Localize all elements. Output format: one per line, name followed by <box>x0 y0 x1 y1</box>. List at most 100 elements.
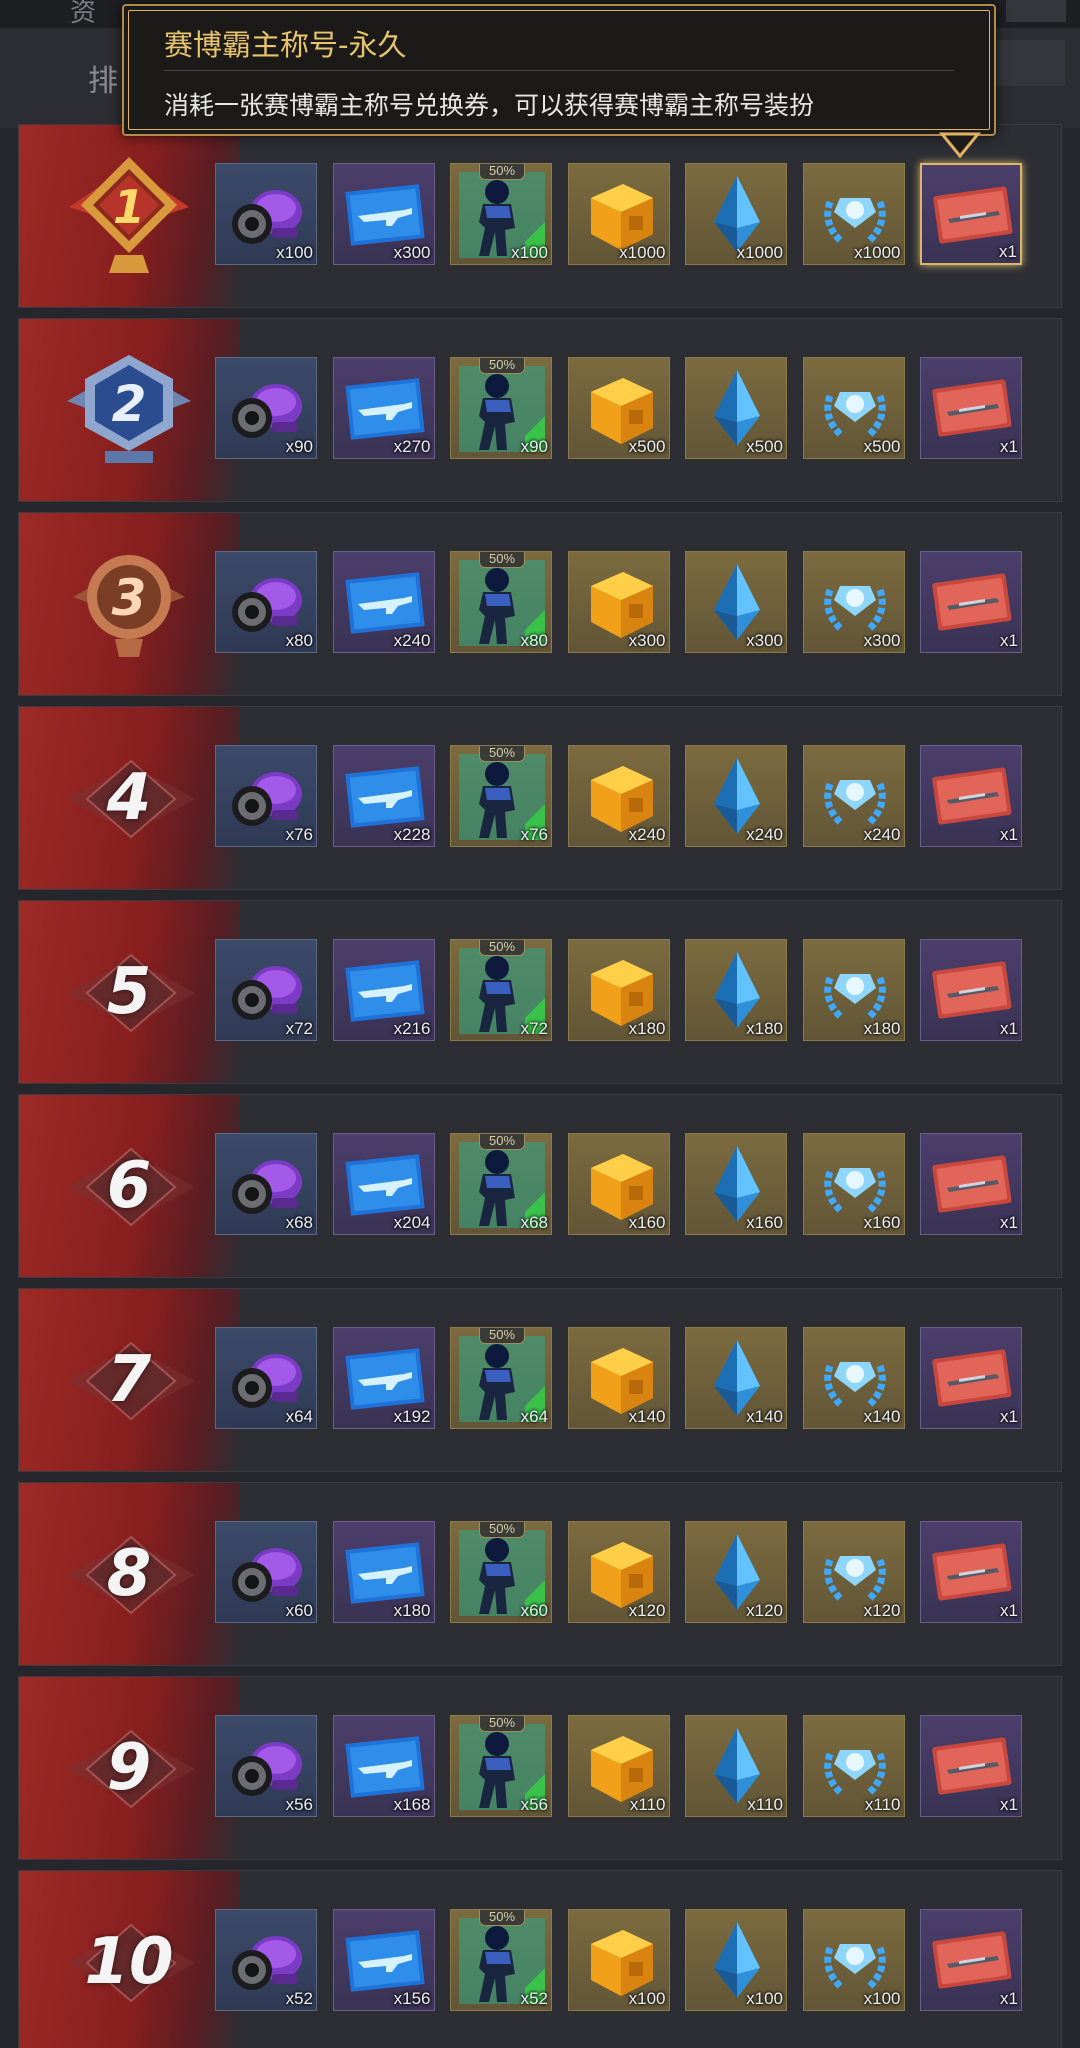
item-quantity: x120 <box>746 1601 783 1620</box>
reward-item-blue-weapon-blueprint[interactable]: x180 <box>332 1521 435 1623</box>
reward-item-laurel-emblem[interactable]: x300 <box>802 551 905 653</box>
reward-item-blue-crystal[interactable]: x240 <box>685 745 787 847</box>
reward-item-blue-weapon-blueprint[interactable]: x228 <box>332 745 435 847</box>
item-quantity: x100 <box>511 243 548 262</box>
item-quantity: x140 <box>863 1407 901 1426</box>
reward-item-purple-goggles[interactable]: x64 <box>215 1327 317 1429</box>
reward-item-orange-crate[interactable]: x120 <box>567 1521 670 1623</box>
reward-item-blue-crystal[interactable]: x100 <box>685 1909 787 2011</box>
reward-item-blue-weapon-blueprint[interactable]: x192 <box>332 1327 435 1429</box>
reward-item-title-ticket[interactable]: x1 <box>920 163 1022 265</box>
reward-items: x76 x228 50% x76 x240 x240 x240 x1 <box>215 745 1038 849</box>
reward-item-orange-crate[interactable]: x300 <box>567 551 670 653</box>
reward-item-purple-goggles[interactable]: x72 <box>215 939 317 1041</box>
bonus-badge: 50% <box>479 358 525 374</box>
item-quantity: x64 <box>285 1407 313 1426</box>
reward-item-blue-crystal[interactable]: x180 <box>685 939 787 1041</box>
reward-item-orange-crate[interactable]: x100 <box>567 1909 670 2011</box>
reward-item-orange-crate[interactable]: x180 <box>567 939 670 1041</box>
reward-item-blue-weapon-blueprint[interactable]: x156 <box>332 1909 435 2011</box>
bonus-badge: 50% <box>479 164 525 180</box>
reward-item-purple-goggles[interactable]: x68 <box>215 1133 317 1235</box>
reward-item-orange-crate[interactable]: x140 <box>567 1327 670 1429</box>
reward-item-orange-crate[interactable]: x500 <box>567 357 670 459</box>
reward-item-blue-crystal[interactable]: x500 <box>685 357 787 459</box>
reward-item-blue-crystal[interactable]: x300 <box>685 551 787 653</box>
item-quantity: x180 <box>393 1601 431 1620</box>
item-quantity: x500 <box>746 437 783 456</box>
rank-gold-medal-icon: 1 <box>59 147 199 287</box>
reward-item-armored-soldier[interactable]: 50% x60 <box>450 1521 552 1623</box>
reward-item-title-ticket[interactable]: x1 <box>920 1909 1022 2011</box>
reward-item-blue-weapon-blueprint[interactable]: x240 <box>332 551 435 653</box>
reward-items: x80 x240 50% x80 x300 x300 x300 x1 <box>215 551 1038 655</box>
reward-item-purple-goggles[interactable]: x90 <box>215 357 317 459</box>
reward-item-blue-crystal[interactable]: x160 <box>685 1133 787 1235</box>
reward-item-purple-goggles[interactable]: x80 <box>215 551 317 653</box>
reward-item-armored-soldier[interactable]: 50% x68 <box>450 1133 552 1235</box>
reward-item-title-ticket[interactable]: x1 <box>920 1133 1022 1235</box>
reward-item-armored-soldier[interactable]: 50% x64 <box>450 1327 552 1429</box>
reward-item-blue-crystal[interactable]: x120 <box>685 1521 787 1623</box>
rank-row-10: 10 x52 x156 50% x52 x100 x100 x100 x1 <box>18 1870 1062 2048</box>
reward-item-laurel-emblem[interactable]: x120 <box>802 1521 905 1623</box>
reward-item-title-ticket[interactable]: x1 <box>920 551 1022 653</box>
reward-item-title-ticket[interactable]: x1 <box>920 1521 1022 1623</box>
reward-item-blue-weapon-blueprint[interactable]: x300 <box>332 163 435 265</box>
rank-number: 9 <box>106 1731 152 1805</box>
reward-item-armored-soldier[interactable]: 50% x72 <box>450 939 552 1041</box>
reward-item-laurel-emblem[interactable]: x500 <box>802 357 905 459</box>
reward-item-blue-weapon-blueprint[interactable]: x204 <box>332 1133 435 1235</box>
item-quantity: x60 <box>520 1601 548 1620</box>
reward-item-blue-weapon-blueprint[interactable]: x270 <box>332 357 435 459</box>
reward-rows: 1 x100 x300 50% x100 x1000 x1000 x1000 x1 2 x90 x27… <box>0 0 1080 2048</box>
item-quantity: x1 <box>1000 1795 1018 1814</box>
reward-item-blue-crystal[interactable]: x140 <box>685 1327 787 1429</box>
reward-item-title-ticket[interactable]: x1 <box>920 939 1022 1041</box>
item-quantity: x72 <box>285 1019 313 1038</box>
reward-item-blue-weapon-blueprint[interactable]: x216 <box>332 939 435 1041</box>
item-quantity: x160 <box>863 1213 901 1232</box>
reward-item-laurel-emblem[interactable]: x140 <box>802 1327 905 1429</box>
reward-item-purple-goggles[interactable]: x60 <box>215 1521 317 1623</box>
reward-item-blue-crystal[interactable]: x1000 <box>685 163 787 265</box>
reward-item-purple-goggles[interactable]: x56 <box>215 1715 317 1817</box>
item-quantity: x52 <box>520 1989 548 2008</box>
reward-item-laurel-emblem[interactable]: x110 <box>802 1715 905 1817</box>
item-quantity: x1000 <box>619 243 666 262</box>
reward-item-orange-crate[interactable]: x240 <box>567 745 670 847</box>
reward-item-orange-crate[interactable]: x110 <box>567 1715 670 1817</box>
item-quantity: x1 <box>1000 825 1018 844</box>
reward-item-laurel-emblem[interactable]: x180 <box>802 939 905 1041</box>
rank-row-7: 7 x64 x192 50% x64 x140 x140 x140 x1 <box>18 1288 1062 1472</box>
reward-item-title-ticket[interactable]: x1 <box>920 745 1022 847</box>
reward-item-laurel-emblem[interactable]: x240 <box>802 745 905 847</box>
reward-item-laurel-emblem[interactable]: x160 <box>802 1133 905 1235</box>
reward-item-armored-soldier[interactable]: 50% x52 <box>450 1909 552 2011</box>
item-quantity: x100 <box>863 1989 901 2008</box>
item-quantity: x110 <box>747 1795 783 1814</box>
reward-item-blue-weapon-blueprint[interactable]: x168 <box>332 1715 435 1817</box>
item-quantity: x204 <box>393 1213 431 1232</box>
reward-item-title-ticket[interactable]: x1 <box>920 1715 1022 1817</box>
item-quantity: x192 <box>393 1407 431 1426</box>
reward-item-title-ticket[interactable]: x1 <box>920 1327 1022 1429</box>
bonus-badge: 50% <box>479 1522 525 1538</box>
reward-item-armored-soldier[interactable]: 50% x76 <box>450 745 552 847</box>
item-quantity: x110 <box>864 1795 901 1814</box>
reward-item-armored-soldier[interactable]: 50% x56 <box>450 1715 552 1817</box>
item-quantity: x180 <box>628 1019 666 1038</box>
reward-item-laurel-emblem[interactable]: x100 <box>802 1909 905 2011</box>
reward-item-title-ticket[interactable]: x1 <box>920 357 1022 459</box>
reward-item-armored-soldier[interactable]: 50% x80 <box>450 551 552 653</box>
reward-item-purple-goggles[interactable]: x100 <box>215 163 317 265</box>
reward-item-orange-crate[interactable]: x160 <box>567 1133 670 1235</box>
reward-item-purple-goggles[interactable]: x52 <box>215 1909 317 2011</box>
reward-item-purple-goggles[interactable]: x76 <box>215 745 317 847</box>
reward-item-armored-soldier[interactable]: 50% x90 <box>450 357 552 459</box>
reward-item-orange-crate[interactable]: x1000 <box>567 163 670 265</box>
reward-item-armored-soldier[interactable]: 50% x100 <box>450 163 552 265</box>
item-quantity: x140 <box>746 1407 783 1426</box>
reward-item-blue-crystal[interactable]: x110 <box>685 1715 787 1817</box>
reward-item-laurel-emblem[interactable]: x1000 <box>802 163 905 265</box>
